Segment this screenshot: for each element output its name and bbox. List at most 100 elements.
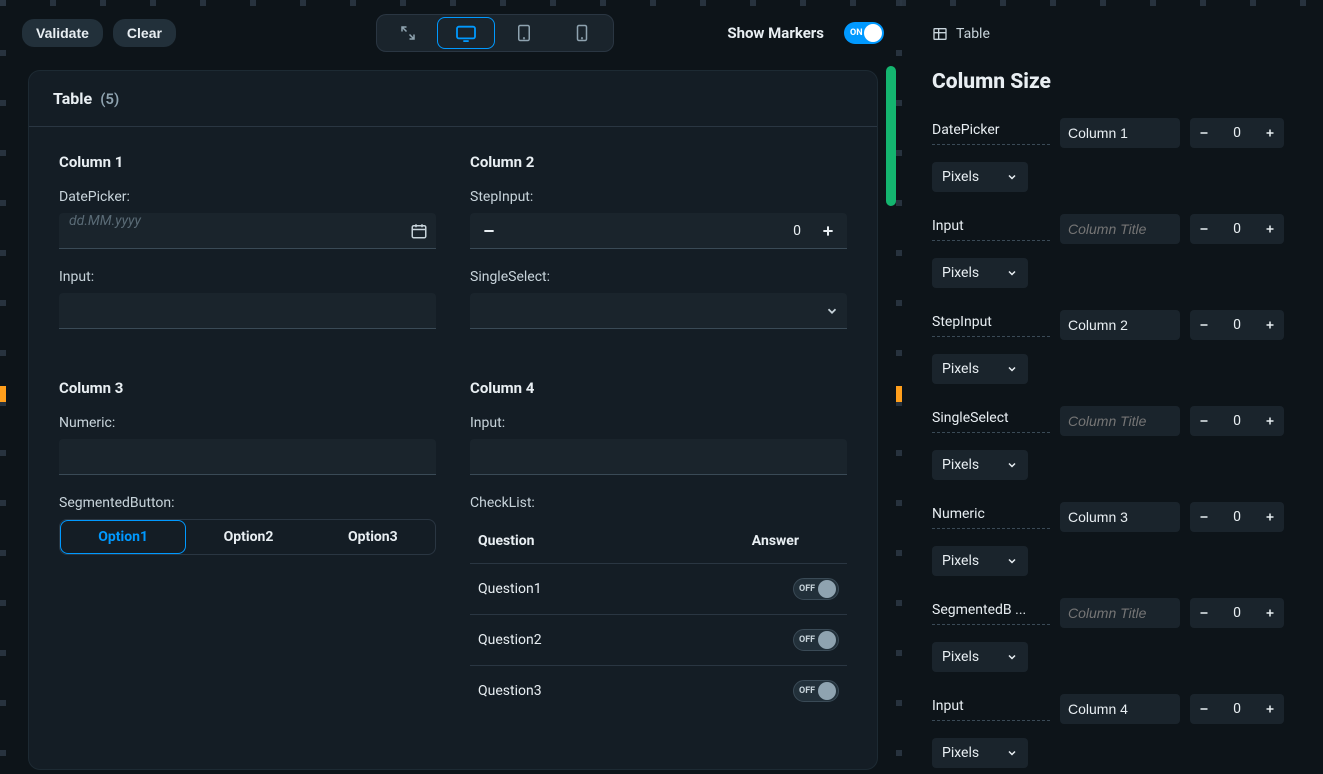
plus-button[interactable] [1256,310,1284,340]
unit-select[interactable]: Pixels [932,258,1028,288]
segment-option[interactable]: Option3 [311,520,435,554]
step-input[interactable]: 0 [470,213,847,249]
field-label: SegmentedButton: [59,495,436,511]
segment-option[interactable]: Option1 [60,520,186,554]
text-input[interactable] [470,439,847,475]
field-name[interactable]: Input [932,218,1050,241]
size-value: 0 [1218,125,1256,141]
plus-button[interactable] [1256,598,1284,628]
minus-button[interactable] [1190,598,1218,628]
size-stepper[interactable]: 0 [1190,502,1284,532]
plus-button[interactable] [809,213,847,249]
text-input[interactable] [59,293,436,329]
column-title-input[interactable] [1060,214,1180,244]
tablet-button[interactable] [495,17,553,49]
chevron-down-icon [1006,267,1018,279]
single-select[interactable] [470,293,847,329]
chevron-down-icon [1006,363,1018,375]
field-name[interactable]: DatePicker [932,122,1050,145]
minus-button[interactable] [1190,502,1218,532]
answer-toggle[interactable]: OFF [793,578,839,600]
column-title-input[interactable] [1060,118,1180,148]
column-size-row: Input 0 [932,694,1298,724]
desktop-button[interactable] [437,17,495,49]
unit-select[interactable]: Pixels [932,162,1028,192]
plus-button[interactable] [1256,502,1284,532]
table-icon [932,26,948,42]
column-3: Column 3 Numeric: SegmentedButton: Optio… [59,379,436,736]
unit-label: Pixels [942,649,979,665]
plus-button[interactable] [1256,214,1284,244]
calendar-icon[interactable] [410,222,428,240]
minus-button[interactable] [1190,694,1218,724]
size-stepper[interactable]: 0 [1190,310,1284,340]
size-stepper[interactable]: 0 [1190,406,1284,436]
checklist-question: Question3 [478,683,542,699]
show-markers-label: Show Markers [727,24,824,42]
validate-button[interactable]: Validate [22,19,103,47]
numeric-input[interactable] [59,439,436,475]
size-value: 0 [1218,605,1256,621]
column-title-input[interactable] [1060,694,1180,724]
answer-toggle[interactable]: OFF [793,629,839,651]
answer-toggle[interactable]: OFF [793,680,839,702]
column-title-input[interactable] [1060,502,1180,532]
minus-button[interactable] [1190,310,1218,340]
segmented-button[interactable]: Option1 Option2 Option3 [59,519,436,555]
fullscreen-button[interactable] [379,17,437,49]
unit-label: Pixels [942,457,979,473]
step-value: 0 [508,223,809,239]
plus-button[interactable] [1256,694,1284,724]
column-1: Column 1 DatePicker: dd.MM.yyyy Input: [59,153,436,349]
field-name[interactable]: SingleSelect [932,410,1050,433]
section-title: Column Size [932,70,1298,94]
datepicker-input[interactable]: dd.MM.yyyy [59,213,436,249]
resize-handle-left[interactable] [0,386,6,402]
show-markers-toggle[interactable]: ON [844,22,884,44]
size-stepper[interactable]: 0 [1190,118,1284,148]
breadcrumb[interactable]: Table [932,26,1298,42]
size-stepper[interactable]: 0 [1190,214,1284,244]
chevron-down-icon[interactable] [825,304,839,318]
field-name[interactable]: StepInput [932,314,1050,337]
field-name[interactable]: Input [932,698,1050,721]
checklist-row: Question2 OFF [470,615,847,666]
scrollbar-thumb[interactable] [886,66,896,206]
toolbar: Validate Clear Show Markers ON [10,8,896,58]
plus-button[interactable] [1256,406,1284,436]
minus-button[interactable] [1190,214,1218,244]
unit-select[interactable]: Pixels [932,642,1028,672]
column-title-input[interactable] [1060,598,1180,628]
field-label: StepInput: [470,189,847,205]
minus-button[interactable] [470,213,508,249]
form-canvas: Table (5) Column 1 DatePicker: dd.MM.yyy… [28,70,878,770]
resize-handle-right[interactable] [896,386,902,402]
chevron-down-icon [1006,459,1018,471]
clear-button[interactable]: Clear [113,19,176,47]
plus-button[interactable] [1256,118,1284,148]
canvas-title: Table [53,89,92,108]
field-label: Input: [470,415,847,431]
column-4: Column 4 Input: CheckList: Question Answ… [470,379,847,736]
minus-button[interactable] [1190,118,1218,148]
unit-label: Pixels [942,553,979,569]
size-value: 0 [1218,317,1256,333]
size-stepper[interactable]: 0 [1190,598,1284,628]
unit-select[interactable]: Pixels [932,738,1028,768]
column-size-row: Numeric 0 [932,502,1298,532]
segment-option[interactable]: Option2 [186,520,310,554]
column-size-row: StepInput 0 [932,310,1298,340]
unit-label: Pixels [942,745,979,761]
unit-select[interactable]: Pixels [932,354,1028,384]
column-title-input[interactable] [1060,310,1180,340]
column-title-input[interactable] [1060,406,1180,436]
field-name[interactable]: SegmentedB ... [932,602,1050,625]
field-name[interactable]: Numeric [932,506,1050,529]
unit-select[interactable]: Pixels [932,546,1028,576]
chevron-down-icon [1006,651,1018,663]
mobile-button[interactable] [553,17,611,49]
unit-select[interactable]: Pixels [932,450,1028,480]
checklist-head-q: Question [478,533,534,549]
minus-button[interactable] [1190,406,1218,436]
size-stepper[interactable]: 0 [1190,694,1284,724]
